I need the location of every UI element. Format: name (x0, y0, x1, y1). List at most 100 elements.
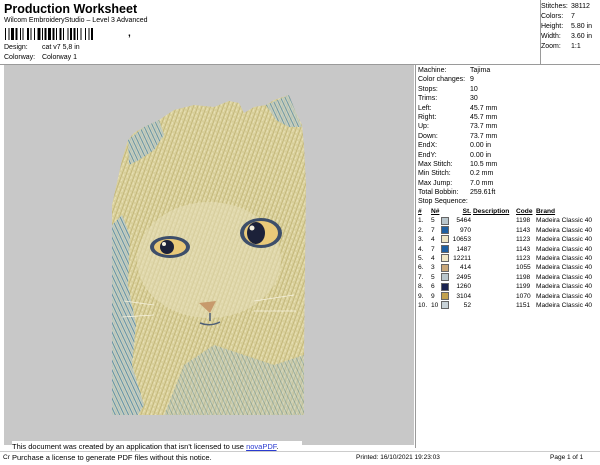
footer: Cr Printed: 16/10/2021 19:23:03 Page 1 o… (0, 451, 600, 465)
cell-stitches: 5464 (456, 217, 471, 225)
cell-brand: Madeira Classic 40 (536, 236, 593, 244)
cell-brand: Madeira Classic 40 (536, 264, 593, 272)
cell-code: 1143 (516, 226, 531, 234)
cell-stitches: 1260 (456, 283, 471, 291)
stat-colors: Colors: 7 (541, 13, 575, 20)
cell-description (471, 263, 516, 272)
page-title: Production Worksheet (4, 2, 138, 16)
cell-swatch (441, 301, 450, 310)
machine-value: 30 (470, 95, 478, 103)
cell-needle: 5 (431, 217, 435, 225)
cell-swatch (441, 235, 450, 244)
table-row: 5. 4 12211 1123 Madeira Classic 40 (418, 254, 592, 263)
cell-description (471, 282, 516, 291)
machine-row: EndX: 0.00 in (418, 141, 599, 150)
cell-num: 6. (418, 264, 424, 272)
machine-row: Up: 73.7 mm (418, 122, 599, 131)
cell-swatch (441, 291, 450, 301)
cell-needle: 6 (431, 283, 435, 291)
machine-label: EndX: (418, 142, 438, 150)
cell-swatch (441, 244, 450, 254)
color-swatch (441, 273, 449, 282)
machine-row: Left: 45.7 mm (418, 104, 599, 113)
col-code: Code (516, 208, 533, 215)
machine-label: Max Jump: (418, 179, 453, 187)
cell-description (471, 245, 516, 254)
machine-label: Color changes: (418, 76, 466, 84)
colorway-row: Colorway: Colorway 1 (4, 54, 77, 61)
machine-info: Machine: Tajima Color changes: 9 Stops: 10 Tri… (418, 66, 599, 197)
machine-label: Left: (418, 104, 432, 112)
cell-brand: Madeira Classic 40 (536, 217, 593, 225)
stat-stitches: Stitches: 38112 (541, 3, 590, 10)
cell-swatch (441, 282, 450, 291)
cell-needle: 5 (431, 273, 435, 281)
machine-row: Trims: 30 (418, 94, 599, 103)
novapdf-link[interactable]: novaPDF (246, 442, 276, 451)
cell-stitches: 1487 (456, 245, 471, 253)
cell-code: 1199 (516, 283, 531, 291)
cell-brand: Madeira Classic 40 (536, 302, 593, 310)
machine-label: Down: (418, 132, 438, 140)
cell-swatch (441, 226, 450, 235)
cell-num: 2. (418, 226, 424, 234)
cell-stitches: 12211 (453, 255, 471, 263)
cell-brand: Madeira Classic 40 (536, 226, 593, 234)
machine-label: EndY: (418, 151, 437, 159)
embroidery-cat-image (112, 95, 306, 415)
cell-description (471, 216, 516, 225)
machine-value: Tajima (470, 67, 491, 74)
col-brand: Brand (536, 208, 556, 215)
table-header-row: # N# St. Description Code Brand (418, 207, 592, 216)
design-value: cat v7 5,8 in (41, 44, 80, 51)
color-swatch (441, 235, 449, 244)
color-swatch (441, 282, 449, 291)
color-swatch (441, 244, 449, 253)
cell-swatch (441, 216, 450, 225)
cell-stitches: 3104 (456, 292, 471, 300)
machine-row: Max Jump: 7.0 mm (418, 179, 599, 188)
table-row: 4. 7 1487 1143 Madeira Classic 40 (418, 244, 593, 254)
design-preview (4, 65, 414, 445)
cell-swatch (441, 263, 450, 272)
cell-num: 10. (418, 302, 428, 310)
cell-stitches: 10653 (452, 236, 471, 244)
cell-stitches: 414 (459, 264, 471, 272)
color-swatch (441, 263, 449, 272)
cell-num: 5. (418, 255, 424, 263)
machine-value: 0.00 in (470, 142, 492, 150)
cell-code: 1151 (516, 302, 531, 310)
cell-num: 4. (418, 245, 424, 253)
printed-date: Printed: 16/10/2021 19:23:03 (356, 454, 440, 461)
cell-swatch (441, 254, 450, 263)
cell-brand: Madeira Classic 40 (536, 255, 593, 263)
machine-label: Right: (418, 113, 437, 121)
cell-needle: 7 (431, 245, 435, 253)
barcode (5, 28, 93, 40)
machine-label: Min Stitch: (418, 170, 451, 178)
machine-value: 7.0 mm (470, 179, 494, 187)
machine-row: Stops: 10 (418, 85, 599, 94)
software-subtitle: Wilcom EmbroideryStudio – Level 3 Advanc… (4, 17, 148, 24)
cell-description (471, 254, 516, 263)
right-eye (240, 218, 282, 248)
machine-value: 10 (470, 85, 478, 93)
cell-brand: Madeira Classic 40 (536, 245, 593, 253)
machine-label: Trims: (418, 95, 438, 103)
machine-value: 10.5 mm (470, 160, 498, 168)
machine-value: 45.7 mm (470, 113, 498, 121)
stat-zoom: Zoom: 1:1 (541, 43, 581, 50)
footer-left: Cr (3, 454, 10, 461)
color-swatch (441, 226, 449, 235)
table-row: 10. 10 52 1151 Madeira Classic 40 (418, 301, 592, 310)
machine-row: Machine: Tajima (418, 66, 599, 75)
table-row: 1. 5 5464 1198 Madeira Classic 40 (418, 216, 592, 225)
machine-label: Stops: (418, 85, 438, 93)
cell-needle: 4 (431, 236, 435, 244)
cell-num: 9. (418, 292, 424, 300)
cell-code: 1143 (516, 245, 531, 253)
machine-label: Max Stitch: (418, 160, 453, 168)
machine-label: Total Bobbin: (418, 189, 459, 197)
machine-label: Up: (418, 123, 429, 131)
table-row: 8. 6 1260 1199 Madeira Classic 40 (418, 282, 592, 291)
